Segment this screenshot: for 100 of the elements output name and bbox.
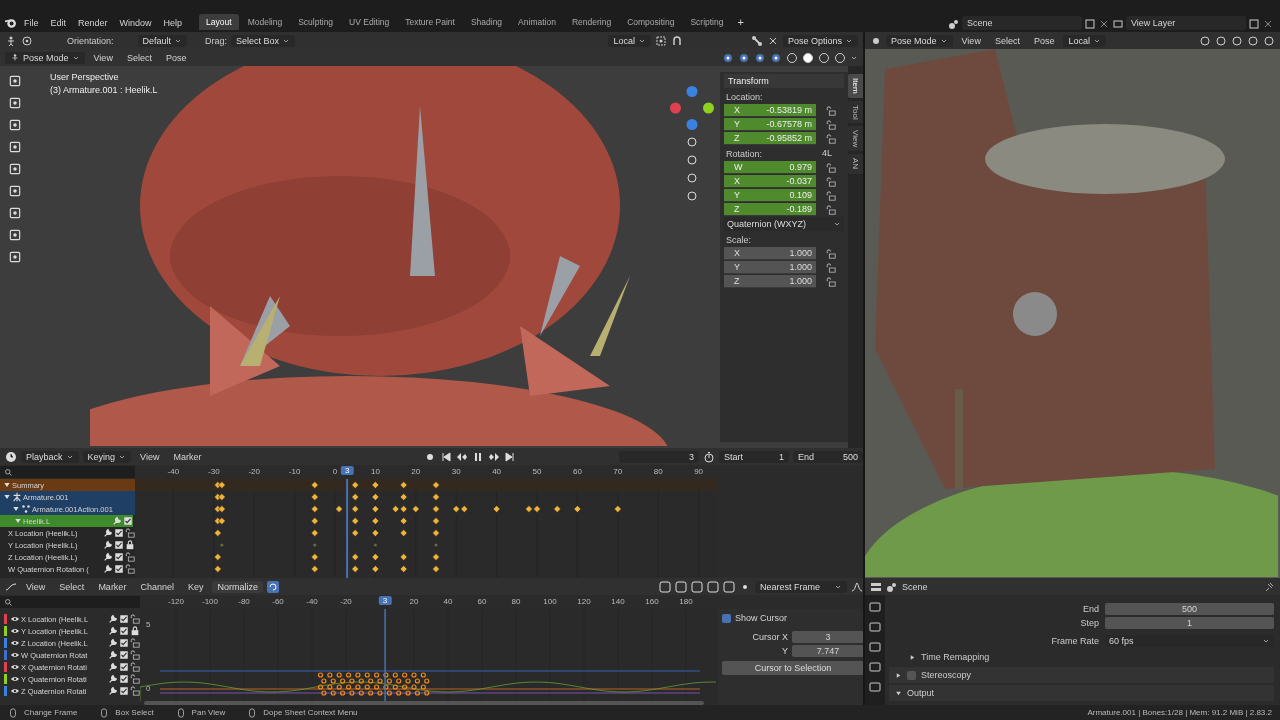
close-icon[interactable] <box>1262 18 1274 30</box>
keyframe-marker[interactable] <box>214 505 222 513</box>
keyframe-marker[interactable] <box>214 517 222 525</box>
checkbox-icon[interactable] <box>114 540 124 550</box>
unlock-icon[interactable] <box>826 276 836 287</box>
bone-icon[interactable] <box>750 34 763 47</box>
menu-item[interactable]: File <box>19 16 44 30</box>
keyframe-marker[interactable] <box>371 553 380 561</box>
eye-icon[interactable] <box>10 674 20 684</box>
panel-title[interactable]: Transform <box>724 74 844 88</box>
jump-end-icon[interactable] <box>504 450 517 463</box>
value-field[interactable]: Y -0.67578 m <box>724 118 816 131</box>
jump-start-icon[interactable] <box>440 450 453 463</box>
keyframe-marker[interactable] <box>351 481 359 489</box>
unlock-icon[interactable] <box>130 662 140 672</box>
panel-header[interactable]: Output <box>889 685 1274 701</box>
wireframe-icon[interactable] <box>786 51 798 64</box>
value-field[interactable]: X -0.53819 m <box>724 104 816 117</box>
menu-item[interactable]: View <box>88 50 118 65</box>
unlock-icon[interactable] <box>125 552 135 562</box>
menu-dropdown[interactable]: Playback <box>21 450 79 463</box>
keyframe-marker[interactable] <box>614 505 622 513</box>
menu-item[interactable]: Key <box>182 579 209 594</box>
checkbox-icon[interactable] <box>114 552 124 562</box>
transform-orientation-dropdown[interactable]: Local <box>608 34 651 47</box>
checkbox-icon[interactable] <box>119 638 129 648</box>
keyframe-marker[interactable] <box>399 565 408 573</box>
eye-icon[interactable] <box>10 614 20 624</box>
rotation-lock-toggle[interactable]: 4L <box>822 148 832 158</box>
keyframe-marker[interactable] <box>311 493 319 501</box>
checkbox-icon[interactable] <box>119 650 129 660</box>
keyframe-marker[interactable] <box>351 529 359 537</box>
mouse-icon[interactable] <box>8 707 18 718</box>
keyframe-dot[interactable] <box>373 543 377 547</box>
menu-item[interactable]: Select <box>54 579 90 594</box>
wrench-icon[interactable] <box>108 674 118 684</box>
value-field[interactable]: X -0.037 <box>724 175 816 188</box>
menu-item[interactable]: View <box>135 449 165 464</box>
scene-field[interactable]: Scene <box>962 16 1082 30</box>
normalize-toggle[interactable]: Normalize <box>212 580 263 593</box>
blender-logo-icon[interactable] <box>4 17 17 30</box>
action-icon[interactable] <box>21 504 31 514</box>
workspace-tab[interactable]: Layout <box>199 14 239 30</box>
value-field[interactable]: Z 1.000 <box>724 275 816 288</box>
playhead-frame-indicator[interactable]: 3 <box>378 596 392 605</box>
wrench-icon[interactable] <box>103 552 113 562</box>
menu-item[interactable]: Help <box>158 16 188 30</box>
wrench-icon[interactable] <box>108 662 118 672</box>
keyframe-marker[interactable] <box>351 517 359 525</box>
transform-orientation-dropdown[interactable]: Local <box>1063 34 1106 47</box>
eye-icon[interactable] <box>10 686 20 696</box>
checkbox-icon[interactable] <box>114 564 124 574</box>
workspace-tab[interactable]: Sculpting <box>291 14 341 30</box>
unlock-icon[interactable] <box>826 105 836 116</box>
keyframe-marker[interactable] <box>371 529 380 537</box>
workspace-tab[interactable]: Compositing <box>620 14 682 30</box>
eye-icon[interactable] <box>10 662 20 672</box>
workspace-tab[interactable]: Texture Paint <box>398 14 462 30</box>
keyframe-marker[interactable] <box>311 565 319 573</box>
panel-header[interactable]: Time Remapping <box>889 649 1274 665</box>
workspace-tab[interactable]: UV Editing <box>342 14 397 30</box>
keyframe-marker[interactable] <box>391 505 400 513</box>
keyframe-marker[interactable] <box>218 493 226 501</box>
show-cursor-checkbox[interactable] <box>722 613 731 623</box>
keyframe-marker[interactable] <box>214 481 222 489</box>
eye-icon[interactable] <box>10 638 20 648</box>
checkbox-icon[interactable] <box>119 674 129 684</box>
collapse-arrow-icon[interactable] <box>895 671 902 679</box>
wrench-icon[interactable] <box>103 564 113 574</box>
wrench-icon[interactable] <box>103 528 113 538</box>
eye-icon[interactable] <box>10 650 20 660</box>
menu-item[interactable]: Window <box>114 16 157 30</box>
fcurve-line[interactable] <box>140 681 717 702</box>
pose-icon[interactable] <box>10 52 20 63</box>
menu-item[interactable]: Marker <box>93 579 132 594</box>
keyframe-dot[interactable] <box>313 543 317 547</box>
sidebar-tab[interactable]: Tool <box>848 100 863 124</box>
unlock-icon[interactable] <box>826 162 836 173</box>
end-frame-field[interactable]: End 500 <box>793 450 863 463</box>
workspace-tab[interactable]: Animation <box>511 14 563 30</box>
keyframe-marker[interactable] <box>412 505 420 513</box>
keyframe-marker[interactable] <box>218 517 226 525</box>
keyframe-dot[interactable] <box>220 543 224 547</box>
unlock-icon[interactable] <box>125 564 135 574</box>
keyframe-marker[interactable] <box>399 553 408 561</box>
wrench-icon[interactable] <box>108 638 118 648</box>
unlock-icon[interactable] <box>826 176 836 187</box>
wrench-icon[interactable] <box>108 686 118 696</box>
wrench-icon[interactable] <box>108 626 118 636</box>
checkbox-icon[interactable] <box>123 516 133 526</box>
wrench-icon[interactable] <box>108 650 118 660</box>
keyframe-marker[interactable] <box>214 565 222 573</box>
wrench-icon[interactable] <box>103 540 113 550</box>
menu-item[interactable]: Select <box>121 50 157 65</box>
keyframe-marker[interactable] <box>399 517 408 525</box>
cursor-x-field[interactable]: 3 <box>792 631 863 643</box>
checkbox-icon[interactable] <box>114 528 124 538</box>
menu-item[interactable]: Pose <box>160 50 192 65</box>
menu-item[interactable]: Edit <box>45 16 72 30</box>
menu-item[interactable]: Pose <box>1028 33 1060 48</box>
